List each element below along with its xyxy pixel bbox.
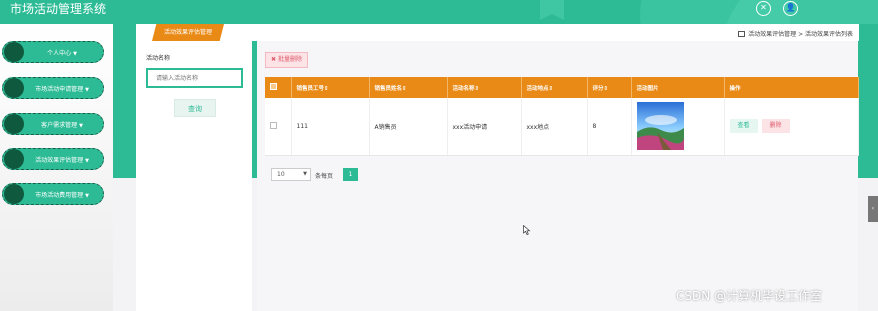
employee-no-cell: 111 xyxy=(291,98,370,156)
chevron-down-icon: ▼ xyxy=(85,87,89,93)
column-header[interactable]: 评分⇕ xyxy=(587,77,632,98)
batch-delete-label: 批量删除 xyxy=(277,56,302,63)
menu-icon xyxy=(4,149,24,169)
view-button[interactable]: 查看 xyxy=(729,119,758,134)
chevron-down-icon: ▼ xyxy=(85,193,89,199)
sidebar: 个人中心 ▼ 市场活动申请管理 ▼ 客户需求管理 ▼ 活动效果评估管理 ▼ 市场活动费用… xyxy=(0,24,113,311)
sidebar-item-activity-costs[interactable]: 市场活动费用管理 ▼ xyxy=(2,183,104,205)
sidebar-item-label: 活动效果评估管理 xyxy=(35,157,84,164)
search-button[interactable]: 查询 xyxy=(174,99,216,117)
breadcrumb: 活动效果评估管理 > 活动效果评估列表 xyxy=(738,29,853,38)
page-button-current[interactable]: 1 xyxy=(343,168,358,181)
activity-name-cell: xxx活动申请 xyxy=(447,98,522,156)
watermark: CSDN @计算机毕设工作室 xyxy=(676,289,823,303)
menu-icon xyxy=(4,42,24,62)
close-circle-icon[interactable]: ✕ xyxy=(756,1,771,16)
location-cell: xxx地点 xyxy=(521,98,588,156)
sidebar-item-effect-evaluation[interactable]: 活动效果评估管理 ▼ xyxy=(2,148,104,170)
breadcrumb-bar: 活动效果评估管理 活动效果评估管理 > 活动效果评估列表 xyxy=(136,24,859,41)
app-title: 市场活动管理系统 xyxy=(10,2,107,16)
sidebar-item-customer-needs[interactable]: 客户需求管理 ▼ xyxy=(2,113,104,135)
chevron-down-icon: ▼ xyxy=(85,158,89,164)
mouse-cursor-icon xyxy=(523,225,531,235)
side-toggle-tab[interactable]: ‹ xyxy=(868,196,878,222)
breadcrumb-path: 活动效果评估管理 > 活动效果评估列表 xyxy=(748,31,853,38)
menu-icon xyxy=(4,114,24,134)
activity-name-input[interactable] xyxy=(146,68,243,88)
home-icon[interactable] xyxy=(738,31,746,37)
search-label: 活动名称 xyxy=(146,55,171,62)
sidebar-item-label: 个人中心 xyxy=(47,50,72,57)
evaluation-table: 销售员工号⇕ 销售员姓名⇕ 活动名称⇕ 活动地点⇕ 评分⇕ 活动图片 操作 11… xyxy=(265,77,859,156)
search-panel: 活动名称 查询 xyxy=(136,41,252,311)
select-all-cell xyxy=(265,77,292,98)
row-select-cell xyxy=(265,98,292,156)
sidebar-item-activity-application[interactable]: 市场活动申请管理 ▼ xyxy=(2,77,104,99)
actions-cell: 查看 删除 xyxy=(724,98,859,156)
table-header-row: 销售员工号⇕ 销售员姓名⇕ 活动名称⇕ 活动地点⇕ 评分⇕ 活动图片 操作 xyxy=(265,77,859,98)
column-header[interactable]: 活动地点⇕ xyxy=(521,77,588,98)
sidebar-item-personal-center[interactable]: 个人中心 ▼ xyxy=(2,41,104,63)
employee-name-cell: A销售员 xyxy=(369,98,448,156)
main-content: ✖ 批量删除 销售员工号⇕ 销售员姓名⇕ 活动名称⇕ 活动地点⇕ 评分⇕ 活动图… xyxy=(257,41,859,311)
column-header: 活动图片 xyxy=(631,77,725,98)
score-cell: 8 xyxy=(587,98,632,156)
sidebar-item-label: 客户需求管理 xyxy=(41,122,78,129)
column-header[interactable]: 销售员工号⇕ xyxy=(291,77,370,98)
top-header: 市场活动管理系统 ✕ 👤 xyxy=(0,0,878,24)
header-ribbon xyxy=(540,0,564,20)
column-header[interactable]: 销售员姓名⇕ xyxy=(369,77,448,98)
activity-image[interactable] xyxy=(636,102,684,151)
page-size-select[interactable]: 10 ▼ xyxy=(271,168,311,181)
sidebar-item-label: 市场活动申请管理 xyxy=(35,86,84,93)
column-header[interactable]: 活动名称⇕ xyxy=(447,77,522,98)
chevron-down-icon: ▼ xyxy=(79,123,83,129)
menu-icon xyxy=(4,184,24,204)
column-header: 操作 xyxy=(724,77,859,98)
chevron-down-icon: ▼ xyxy=(303,171,307,177)
menu-icon xyxy=(4,78,24,98)
chevron-down-icon: ▼ xyxy=(73,51,77,57)
user-icon[interactable]: 👤 xyxy=(783,1,798,16)
activity-image-cell xyxy=(631,98,725,156)
select-all-checkbox[interactable] xyxy=(270,83,277,90)
delete-button[interactable]: 删除 xyxy=(761,119,790,134)
per-page-label: 条每页 xyxy=(315,173,334,180)
sidebar-item-label: 市场活动费用管理 xyxy=(35,192,84,199)
table-row: 111 A销售员 xxx活动申请 xxx地点 8 查看 删除 xyxy=(265,98,859,156)
row-checkbox[interactable] xyxy=(270,121,277,129)
tab-effect-evaluation[interactable]: 活动效果评估管理 xyxy=(152,24,224,41)
batch-delete-button[interactable]: ✖ 批量删除 xyxy=(265,52,308,68)
header-decoration xyxy=(720,0,878,24)
